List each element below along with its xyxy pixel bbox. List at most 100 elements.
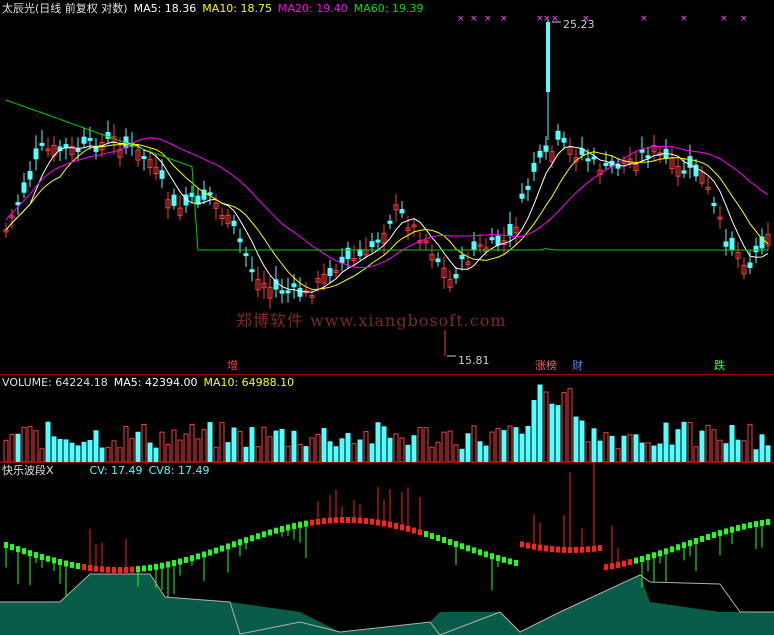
indicator-block [322, 518, 326, 525]
volume-panel[interactable]: VOLUME: 64224.18 MA5: 42394.00 MA10: 64988… [0, 374, 774, 462]
volume-bar [111, 440, 117, 462]
volume-bar [237, 430, 243, 462]
event-tag-finance[interactable]: 财 [571, 359, 584, 372]
volume-bar [699, 430, 705, 462]
ma60-value: MA60: 19.39 [353, 2, 424, 15]
indicator-block [700, 536, 704, 543]
indicator-block [400, 524, 404, 531]
volume-bar [201, 429, 207, 462]
volume-bar [63, 439, 69, 462]
price-header: 太辰光(日线 前复权 对数) MA5: 18.36 MA10: 18.75 MA20:… [2, 2, 429, 15]
indicator-block [184, 556, 188, 563]
volume-bar [657, 443, 663, 462]
candle-body [375, 239, 381, 243]
indicator-block [100, 566, 104, 573]
volume-bar [315, 433, 321, 462]
indicator-block [514, 559, 518, 566]
indicator-block [634, 557, 638, 564]
volume-bar [681, 421, 687, 462]
indicator-block [370, 518, 374, 525]
indicator-header: 快乐波段X CV: 17.49 CV8: 17.49 [2, 464, 215, 477]
ma20-value: MA20: 19.40 [278, 2, 348, 15]
indicator-block [556, 546, 560, 553]
volume-bar [213, 446, 219, 462]
volume-bar [495, 427, 501, 462]
indicator-block [520, 541, 524, 548]
candle-body [585, 158, 591, 162]
candle-body [603, 162, 609, 166]
volume-bar [9, 433, 15, 462]
volume-bar [177, 439, 183, 462]
candle-body [27, 171, 33, 180]
volume-bar [705, 424, 711, 462]
event-tag-drop[interactable]: 跌 [713, 359, 726, 372]
indicator-block [250, 535, 254, 542]
indicator-block [670, 546, 674, 553]
indicator-block [712, 532, 716, 539]
candle-body [327, 268, 333, 277]
indicator-panel[interactable]: 快乐波段X CV: 17.49 CV8: 17.49 [0, 462, 774, 635]
volume-bar [729, 425, 735, 462]
indicator-block [130, 566, 134, 573]
indicator-block [88, 564, 92, 571]
indicator-block [412, 527, 416, 534]
volume-bar [297, 443, 303, 462]
indicator-block [352, 517, 356, 524]
volume-bar [39, 448, 45, 462]
candle-body [387, 220, 393, 224]
indicator-block [748, 522, 752, 529]
indicator-block [262, 531, 266, 538]
marker-x-icon: × [470, 14, 478, 24]
indicator-block [766, 519, 770, 526]
volume-bar [99, 447, 105, 462]
volume-bar [663, 422, 669, 462]
indicator-block [46, 555, 50, 562]
indicator-block [94, 565, 98, 572]
indicator-block [10, 544, 14, 551]
indicator-chart[interactable] [0, 462, 774, 635]
volume-bar [207, 422, 213, 462]
candle-body [459, 254, 465, 260]
volume-bar [537, 384, 543, 462]
volume-bar [747, 424, 753, 462]
indicator-block [328, 517, 332, 524]
event-tag-limit-list[interactable]: 涨榜 [534, 359, 558, 372]
candle-body [249, 269, 255, 273]
indicator-block [118, 566, 122, 573]
event-tag-increase[interactable]: 增 [226, 359, 239, 372]
indicator-block [430, 533, 434, 540]
indicator-block [220, 545, 224, 552]
marker-x-icon: × [720, 14, 728, 24]
volume-bar [405, 444, 411, 462]
indicator-block [604, 564, 608, 571]
candle-body [543, 145, 549, 152]
volume-bar [363, 431, 369, 462]
indicator-block [538, 544, 542, 551]
volume-bar [303, 446, 309, 462]
candle-body [279, 290, 285, 294]
candle-body [531, 162, 537, 172]
volume-bar [243, 446, 249, 462]
volume-bar [471, 425, 477, 462]
price-chart-panel[interactable]: × × × × × × × × × × × × 太辰光(日线 前复权 对数) MA5: 18.36 MA1… [0, 0, 774, 374]
cv-value: CV: 17.49 [89, 464, 143, 477]
indicator-block [478, 549, 482, 556]
volume-bar [333, 446, 339, 462]
indicator-block [610, 563, 614, 570]
indicator-block [472, 547, 476, 554]
candle-body [81, 136, 87, 144]
volume-bar [669, 444, 675, 462]
indicator-block [676, 544, 680, 551]
volume-bar [591, 428, 597, 462]
indicator-block [586, 546, 590, 553]
volume-bar [57, 438, 63, 462]
volume-bar [327, 441, 333, 462]
candle-body [711, 202, 717, 206]
volume-bar [87, 439, 93, 462]
volume-bar [411, 435, 417, 462]
volume-bar [159, 431, 165, 462]
candle-body [159, 170, 165, 179]
candle-body [453, 274, 459, 279]
indicator-block [460, 543, 464, 550]
candle-body [39, 142, 45, 146]
